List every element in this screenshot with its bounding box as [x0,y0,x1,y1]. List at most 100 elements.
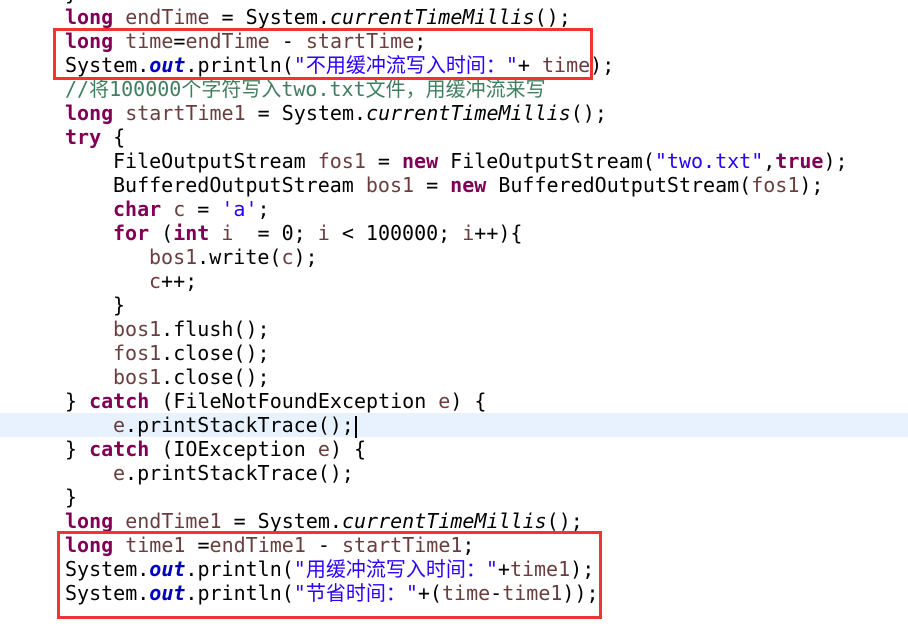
code-text: ); [799,173,824,197]
code-line[interactable]: c++; [0,269,908,293]
code-text: BufferedOutputStream( [486,173,752,197]
code-text: ); [823,149,848,173]
keyword: new [450,173,487,197]
keyword: try [65,125,102,149]
code-content: long endTime = System.currentTimeMillis(… [65,5,571,29]
variable: c [281,245,294,269]
code-content: bos1.flush(); [113,317,270,341]
code-line[interactable]: for (int i = 0; i < 100000; i++){ [0,221,908,245]
variable: bos1 [149,245,198,269]
keyword: long [65,5,114,29]
code-text: = [414,173,451,197]
code-line[interactable]: bos1.write(c); [0,245,908,269]
static-method: currentTimeMillis [329,5,535,29]
code-text: } [65,437,90,461]
code-content: try { [65,125,125,149]
static-method: currentTimeMillis [366,101,571,125]
annotation-box-unbuffered [53,28,593,80]
code-text: ; [257,197,270,221]
annotation-box-buffered [57,531,602,619]
code-line[interactable]: //将100000个字符写入two.txt文件，用缓冲流来写 [0,77,908,101]
code-text: = System. [221,509,342,533]
comment: //将100000个字符写入two.txt文件，用缓冲流来写 [65,77,546,101]
keyword: catch [89,437,150,461]
code-text: , [763,149,776,173]
variable: fos1 [113,341,162,365]
variable: c [149,269,162,293]
variable: e [113,413,126,437]
keyword: catch [89,389,150,413]
string-literal: 'a' [221,197,258,221]
code-text: .printStackTrace(); [125,413,354,437]
variable: bos1 [113,317,162,341]
code-content: bos1.close(); [113,365,270,389]
code-text: = System. [245,101,367,125]
code-text: { [101,125,126,149]
code-line[interactable]: long endTime1 = System.currentTimeMillis… [0,509,908,533]
code-text: (IOException [149,437,318,461]
code-content: e.printStackTrace(); [113,461,354,485]
variable: e [113,461,126,485]
code-text: .close(); [161,365,270,389]
keyword: long [65,101,114,125]
code-text: FileOutputStream [113,149,318,173]
code-line[interactable]: } [0,293,908,317]
code-content: bos1.write(c); [149,245,318,269]
code-text: } [65,389,90,413]
code-line[interactable]: e.printStackTrace(); [0,413,908,438]
code-line[interactable]: } catch (FileNotFoundException e) { [0,389,908,413]
variable: endTime [125,5,210,29]
code-text: ) { [329,437,367,461]
code-text: (); [546,509,583,533]
code-text: FileOutputStream( [438,149,655,173]
code-line[interactable]: BufferedOutputStream bos1 = new Buffered… [0,173,908,197]
code-content: long endTime1 = System.currentTimeMillis… [65,509,583,533]
code-content: } [65,485,77,509]
code-content: c++; [149,269,197,293]
code-line[interactable]: long startTime1 = System.currentTimeMill… [0,101,908,125]
code-content: long startTime1 = System.currentTimeMill… [65,101,607,125]
variable: bos1 [113,365,162,389]
code-text: = 0; [233,221,318,245]
code-text: (FileNotFoundException [149,389,439,413]
code-line[interactable]: fos1.close(); [0,341,908,365]
code-text: = [185,197,222,221]
code-line[interactable]: } [0,485,908,509]
code-line[interactable]: bos1.close(); [0,365,908,389]
code-text: } [113,293,126,317]
code-line[interactable]: bos1.flush(); [0,317,908,341]
code-text: .flush(); [161,317,270,341]
variable: e [317,437,330,461]
keyword: new [402,149,439,173]
code-text: BufferedOutputStream [113,173,366,197]
code-content: } catch (IOException e) { [65,437,366,461]
code-line[interactable]: char c = 'a'; [0,197,908,221]
code-line[interactable]: } catch (IOException e) { [0,437,908,461]
code-text: .printStackTrace(); [125,461,354,485]
code-text: = [365,149,402,173]
code-line[interactable]: e.printStackTrace(); [0,461,908,485]
code-text: < 100000; [329,221,463,245]
code-text: (); [570,101,607,125]
code-text: ++; [161,269,198,293]
variable: i [462,221,475,245]
variable: bos1 [365,173,415,197]
variable: i [221,221,234,245]
keyword: int [173,221,210,245]
code-content: } [113,293,125,317]
code-content: fos1.close(); [113,341,270,365]
code-line[interactable]: long endTime = System.currentTimeMillis(… [0,5,908,29]
code-line[interactable]: try { [0,125,908,149]
code-content: FileOutputStream fos1 = new FileOutputSt… [113,149,848,173]
keyword: long [65,509,114,533]
code-line[interactable]: FileOutputStream fos1 = new FileOutputSt… [0,149,908,173]
code-text: ( [149,221,174,245]
variable: startTime1 [125,101,246,125]
code-text: .close(); [161,341,270,365]
code-text: ); [590,53,615,77]
code-text: } [65,485,78,509]
string-literal: "two.txt" [654,149,764,173]
